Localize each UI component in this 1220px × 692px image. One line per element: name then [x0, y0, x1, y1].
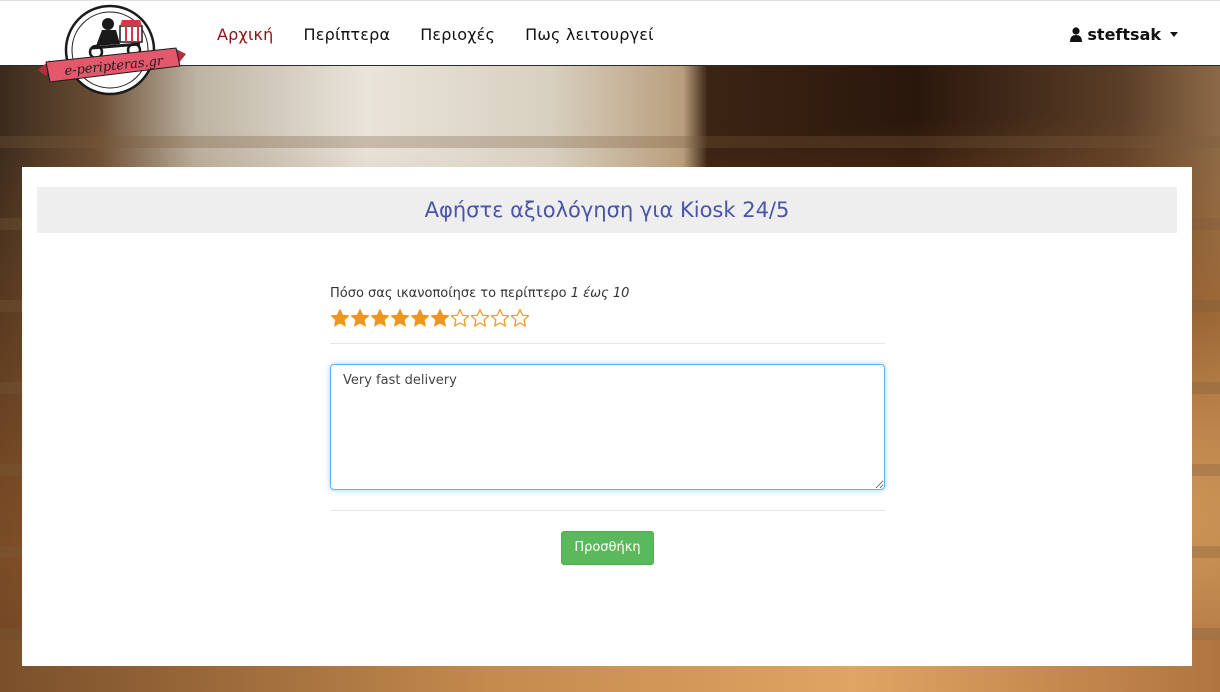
submit-row: Προσθήκη: [330, 531, 885, 565]
main-nav: Αρχική Περίπτερα Περιοχές Πως λειτουργεί: [217, 1, 654, 67]
chevron-down-icon: [1170, 31, 1178, 37]
star-filled-icon[interactable]: [370, 308, 390, 328]
rating-label: Πόσο σας ικανοποίησε το περίπτερο 1 έως …: [330, 283, 885, 305]
star-empty-icon[interactable]: [490, 308, 510, 328]
user-icon: [1070, 26, 1083, 42]
star-filled-icon[interactable]: [390, 308, 410, 328]
star-empty-icon[interactable]: [470, 308, 490, 328]
divider: [330, 343, 885, 344]
star-filled-icon[interactable]: [330, 308, 350, 328]
nav-item-kiosks[interactable]: Περίπτερα: [304, 25, 391, 44]
review-form: Πόσο σας ικανοποίησε το περίπτερο 1 έως …: [330, 283, 885, 565]
divider: [330, 510, 885, 511]
site-logo[interactable]: e-peripteras.gr: [36, 4, 188, 98]
rating-question: Πόσο σας ικανοποίησε το περίπτερο: [330, 286, 567, 301]
star-rating[interactable]: [330, 305, 885, 331]
star-empty-icon[interactable]: [450, 308, 470, 328]
star-empty-icon[interactable]: [510, 308, 530, 328]
star-filled-icon[interactable]: [410, 308, 430, 328]
nav-item-how-it-works[interactable]: Πως λειτουργεί: [525, 25, 654, 44]
panel-heading: Αφήστε αξιολόγηση για Kiosk 24/5: [37, 187, 1177, 233]
review-panel: Αφήστε αξιολόγηση για Kiosk 24/5 Πόσο σα…: [22, 167, 1192, 666]
comment-textarea[interactable]: Very fast delivery: [330, 364, 885, 490]
username: steftsak: [1087, 24, 1161, 44]
nav-item-home[interactable]: Αρχική: [217, 25, 274, 44]
rating-range: 1 έως 10: [570, 286, 630, 301]
star-filled-icon[interactable]: [350, 308, 370, 328]
star-filled-icon[interactable]: [430, 308, 450, 328]
add-review-button[interactable]: Προσθήκη: [561, 531, 654, 565]
nav-item-areas[interactable]: Περιοχές: [420, 25, 495, 44]
page-title: Αφήστε αξιολόγηση για Kiosk 24/5: [424, 198, 790, 222]
user-menu-dropdown[interactable]: steftsak: [1070, 1, 1178, 67]
